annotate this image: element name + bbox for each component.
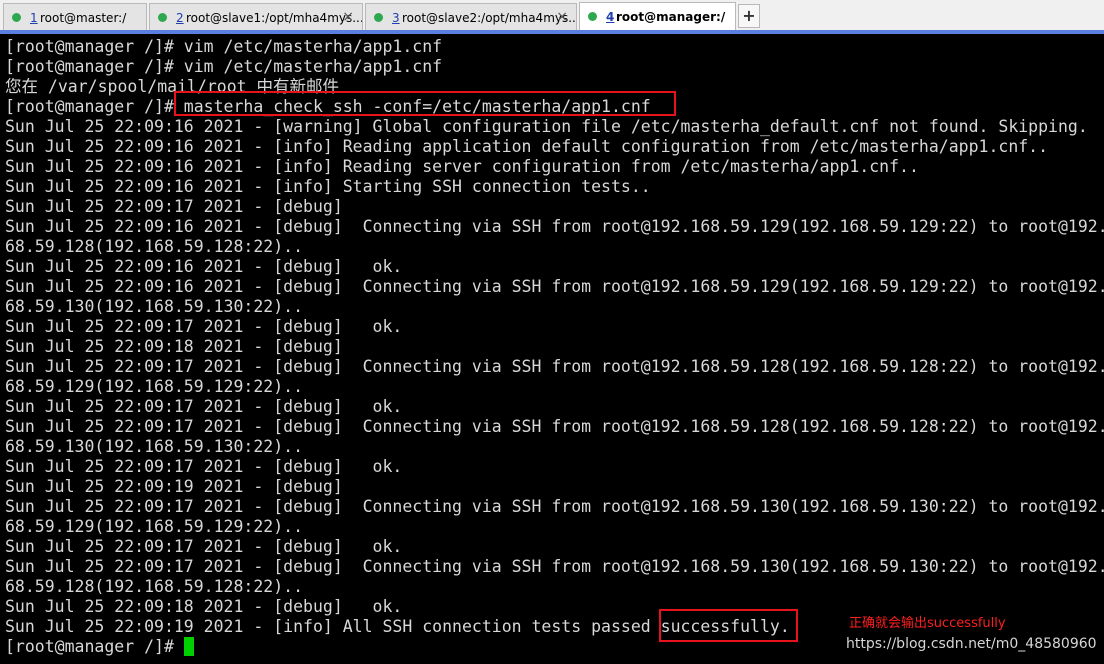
terminal-line: Sun Jul 25 22:09:17 2021 - [debug] ok. <box>5 397 403 416</box>
terminal-line: [root@manager /]# vim /etc/masterha/app1… <box>5 37 443 56</box>
terminal-line: [root@manager /]# vim /etc/masterha/app1… <box>5 57 443 76</box>
close-icon[interactable]: × <box>556 9 568 25</box>
terminal-output[interactable]: [root@manager /]# vim /etc/masterha/app1… <box>0 36 1104 664</box>
status-dot-icon <box>588 12 597 21</box>
terminal-line: 68.59.129(192.168.59.129:22).. <box>5 517 304 536</box>
terminal-line: 68.59.130(192.168.59.130:22).. <box>5 437 304 456</box>
command-highlight-box <box>174 91 676 116</box>
terminal-line: Sun Jul 25 22:09:16 2021 - [info] Readin… <box>5 157 919 176</box>
terminal-line: [root@manager /]# <box>5 637 194 657</box>
tab-4[interactable]: 4 root@manager:/ <box>579 2 736 32</box>
status-dot-icon <box>158 13 167 22</box>
new-tab-button[interactable]: + <box>738 4 760 28</box>
tab-title: root@manager:/ <box>616 10 726 24</box>
terminal-line: 68.59.130(192.168.59.130:22).. <box>5 297 304 316</box>
terminal-line: Sun Jul 25 22:09:18 2021 - [debug] ok. <box>5 597 403 616</box>
tab-underline <box>0 30 1104 34</box>
tab-number: 3 <box>392 11 400 25</box>
status-dot-icon <box>374 13 383 22</box>
terminal-line: Sun Jul 25 22:09:17 2021 - [debug] <box>5 197 343 216</box>
terminal-line: Sun Jul 25 22:09:16 2021 - [warning] Glo… <box>5 117 1088 136</box>
tab-2[interactable]: 2 root@slave1:/opt/mha4mys... × <box>149 3 363 31</box>
terminal-line: Sun Jul 25 22:09:16 2021 - [debug] ok. <box>5 257 403 276</box>
annotation-note: 正确就会输出successfully <box>849 616 1006 631</box>
tab-title: root@slave1:/opt/mha4mys... <box>186 11 363 25</box>
terminal-line: Sun Jul 25 22:09:17 2021 - [debug] ok. <box>5 537 403 556</box>
terminal-line: 68.59.129(192.168.59.129:22).. <box>5 377 304 396</box>
success-highlight-box <box>659 609 798 642</box>
close-icon[interactable]: × <box>342 9 354 25</box>
terminal-line: Sun Jul 25 22:09:16 2021 - [debug] Conne… <box>5 277 1104 296</box>
tab-number: 2 <box>176 11 184 25</box>
terminal-line: Sun Jul 25 22:09:17 2021 - [debug] Conne… <box>5 357 1104 376</box>
terminal-line: Sun Jul 25 22:09:17 2021 - [debug] Conne… <box>5 497 1104 516</box>
tab-title: root@master:/ <box>40 11 127 25</box>
terminal-line: Sun Jul 25 22:09:17 2021 - [debug] ok. <box>5 457 403 476</box>
terminal-window: 1 root@master:/ 2 root@slave1:/opt/mha4m… <box>0 0 1104 664</box>
terminal-line: Sun Jul 25 22:09:17 2021 - [debug] Conne… <box>5 417 1104 436</box>
terminal-line: Sun Jul 25 22:09:16 2021 - [info] Starti… <box>5 177 651 196</box>
terminal-line: Sun Jul 25 22:09:18 2021 - [debug] <box>5 337 343 356</box>
terminal-line: Sun Jul 25 22:09:17 2021 - [debug] Conne… <box>5 557 1104 576</box>
terminal-line: 68.59.128(192.168.59.128:22).. <box>5 577 304 596</box>
tab-number: 4 <box>606 10 615 24</box>
tab-number: 1 <box>30 11 38 25</box>
terminal-line: Sun Jul 25 22:09:16 2021 - [debug] Conne… <box>5 217 1104 236</box>
watermark: https://blog.csdn.net/m0_48580960 <box>846 636 1097 652</box>
tab-bar: 1 root@master:/ 2 root@slave1:/opt/mha4m… <box>0 0 1104 32</box>
status-dot-icon <box>12 13 21 22</box>
tab-title: root@slave2:/opt/mha4mys... <box>402 11 577 25</box>
terminal-line: Sun Jul 25 22:09:16 2021 - [info] Readin… <box>5 137 1049 156</box>
tab-1[interactable]: 1 root@master:/ <box>3 3 147 31</box>
terminal-line: 68.59.128(192.168.59.128:22).. <box>5 237 304 256</box>
text-cursor <box>183 637 194 656</box>
tab-3[interactable]: 3 root@slave2:/opt/mha4mys... × <box>365 3 577 31</box>
terminal-line: Sun Jul 25 22:09:19 2021 - [debug] <box>5 477 343 496</box>
terminal-line: Sun Jul 25 22:09:17 2021 - [debug] ok. <box>5 317 403 336</box>
